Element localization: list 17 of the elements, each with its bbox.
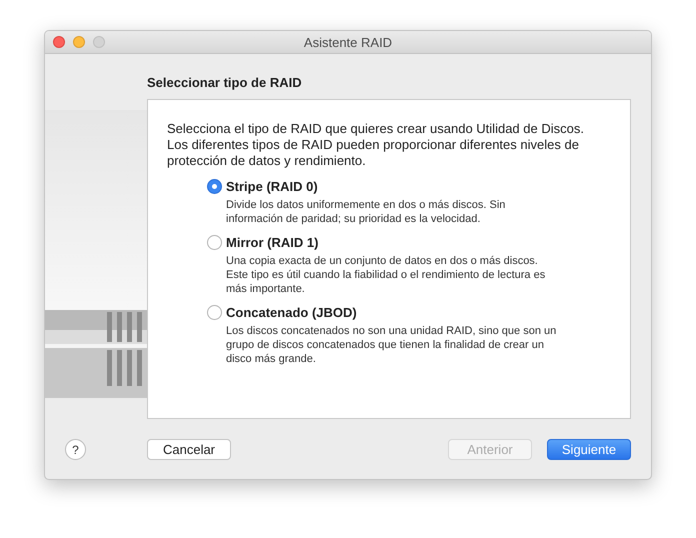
option-description: Los discos concatenados no son una unidad RAID, sino que son un grupo de discos concatenados que tienen la finalidad de crear un disco más grande. bbox=[226, 324, 558, 366]
option-description: Divide los datos uniformemente en dos o más discos. Sin información de paridad; su prioridad es la velocidad. bbox=[226, 198, 506, 226]
window-title: Asistente RAID bbox=[304, 34, 392, 50]
minimize-icon[interactable] bbox=[73, 36, 85, 48]
cancel-button[interactable]: Cancelar bbox=[147, 439, 231, 460]
radio-button[interactable] bbox=[207, 179, 222, 194]
zoom-icon[interactable] bbox=[93, 36, 105, 48]
option-description: Una copia exacta de un conjunto de datos en dos o más discos. Este tipo es útil cuando la fiabilidad o el rendimiento de lectura es más importante. bbox=[226, 254, 546, 296]
radio-button[interactable] bbox=[207, 235, 222, 250]
help-button[interactable]: ? bbox=[65, 439, 86, 460]
option-label[interactable]: Concatenado (JBOD) bbox=[226, 305, 357, 320]
option-label[interactable]: Stripe (RAID 0) bbox=[226, 179, 318, 194]
intro-text: Selecciona el tipo de RAID que quieres crear usando Utilidad de Discos. Los diferentes tipos de RAID pueden proporcionar diferentes niveles de protección de datos y rendimiento. bbox=[167, 121, 585, 169]
option-label[interactable]: Mirror (RAID 1) bbox=[226, 235, 318, 250]
radio-button[interactable] bbox=[207, 305, 222, 320]
close-icon[interactable] bbox=[53, 36, 65, 48]
section-heading: Seleccionar tipo de RAID bbox=[147, 75, 303, 92]
